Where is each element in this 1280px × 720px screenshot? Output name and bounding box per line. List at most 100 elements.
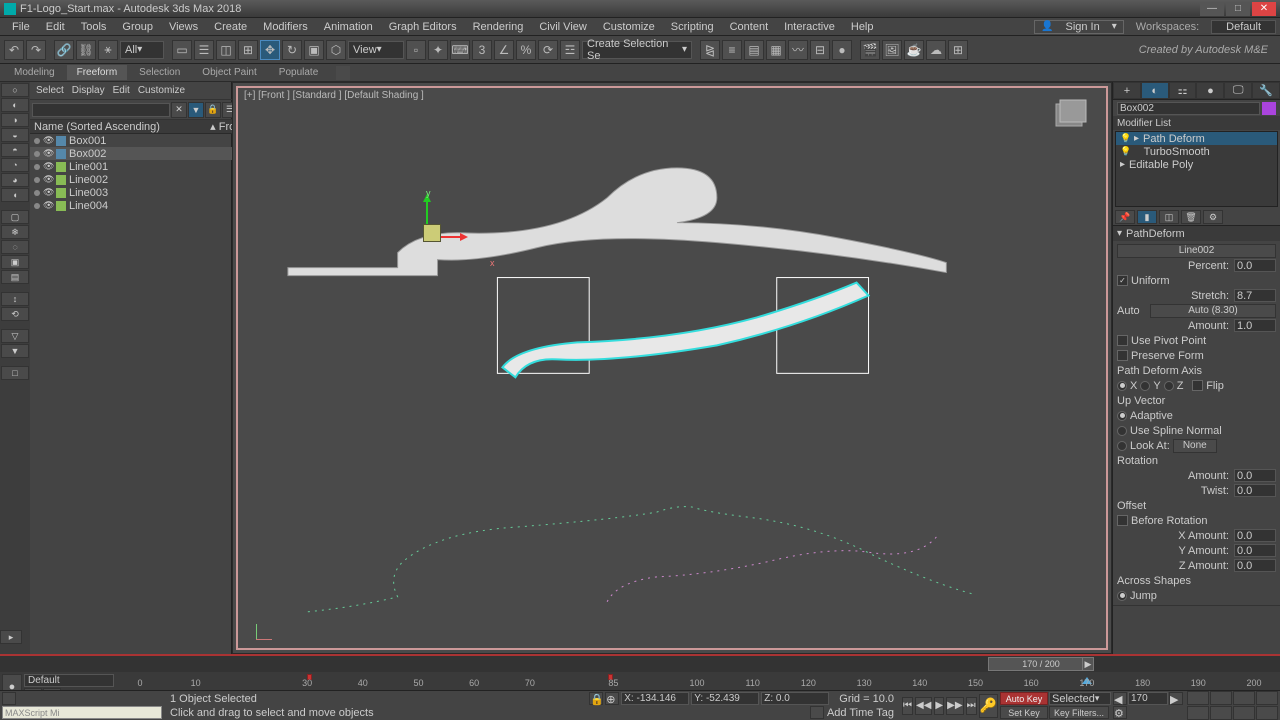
pivot-checkbox[interactable] — [1117, 335, 1128, 346]
current-frame-spinner[interactable]: 170 — [1128, 692, 1168, 705]
script-icon[interactable] — [2, 692, 16, 705]
modifier-item[interactable]: ▸ Editable Poly — [1116, 158, 1277, 171]
rotate-icon[interactable]: ↻ — [282, 40, 302, 60]
next-frame-icon[interactable]: ▶▶ — [946, 697, 963, 715]
menu-item[interactable]: Rendering — [465, 21, 532, 33]
zoom-all-icon[interactable] — [1210, 691, 1232, 705]
bind-icon[interactable]: ⚹ — [98, 40, 118, 60]
move-icon[interactable]: ✥ — [260, 40, 280, 60]
motion-tab-icon[interactable]: ● — [1196, 82, 1224, 99]
modify-tab-icon[interactable]: ◐ — [1141, 82, 1169, 99]
menu-item[interactable]: Content — [722, 21, 777, 33]
workspace-dropdown[interactable]: Default — [1211, 20, 1276, 34]
scene-tab-customize[interactable]: Customize — [138, 85, 185, 96]
time-ruler[interactable]: ● Default 0 10 30 40 50 60 70 85 100 110… — [0, 672, 1280, 690]
axis-y-radio[interactable] — [1140, 381, 1150, 391]
toggle-icon[interactable]: ▦ — [766, 40, 786, 60]
ribbon-tab-objectpaint[interactable]: Object Paint — [192, 65, 266, 80]
modifier-item[interactable]: 💡▸ Path Deform — [1116, 132, 1277, 145]
object-color-swatch[interactable] — [1262, 102, 1276, 115]
axis-x-radio[interactable] — [1117, 381, 1127, 391]
named-selection-dropdown[interactable]: Create Selection Se ▾ — [582, 41, 692, 59]
prev-frame-icon[interactable]: ◀◀ — [915, 697, 932, 715]
ribbon-tab-populate[interactable]: Populate — [269, 65, 328, 80]
time-next-icon[interactable]: ▶ — [1082, 657, 1094, 671]
maxscript-listener[interactable]: MAXScript Mi — [2, 706, 162, 719]
display-frozen-icon[interactable]: ❄ — [1, 225, 29, 239]
mirror-icon[interactable]: ⧎ — [700, 40, 720, 60]
display-none-icon[interactable]: ○ — [1, 83, 29, 97]
render-online-icon[interactable]: ☁ — [926, 40, 946, 60]
search-clear-icon[interactable]: ✕ — [171, 102, 187, 118]
menu-item[interactable]: File — [4, 21, 38, 33]
splinenormal-radio[interactable] — [1117, 426, 1127, 436]
material-name[interactable]: Default — [24, 674, 114, 687]
rollout-header[interactable]: ▾ PathDeform — [1113, 226, 1280, 241]
gallery-icon[interactable]: ⊞ — [948, 40, 968, 60]
window-cross-icon[interactable]: ⊞ — [238, 40, 258, 60]
scene-search-input[interactable] — [32, 103, 170, 117]
render-setup-icon[interactable]: 🎬 — [860, 40, 880, 60]
unique-icon[interactable]: ◫ — [1159, 210, 1179, 224]
max-toggle-icon[interactable] — [1256, 706, 1278, 720]
ribbon-tab-freeform[interactable]: Freeform — [67, 65, 128, 80]
scene-item[interactable]: 👁Line003 — [30, 186, 257, 199]
scene-item[interactable]: 👁Line001 — [30, 160, 257, 173]
utilities-tab-icon[interactable]: 🔧 — [1252, 82, 1280, 99]
twist-spinner[interactable]: 0.0 — [1234, 484, 1276, 497]
filter-icon[interactable]: ▽ — [1, 329, 29, 343]
signin-button[interactable]: 👤 Sign In ▾ — [1034, 20, 1124, 34]
sort-icon[interactable]: ↕ — [1, 292, 29, 306]
display-shapes-icon[interactable]: ◑ — [1, 113, 29, 127]
display-hidden-icon[interactable]: ◌ — [1, 240, 29, 254]
scene-tab-select[interactable]: Select — [36, 85, 64, 96]
layers-icon[interactable]: ▤ — [744, 40, 764, 60]
curve-editor-icon[interactable]: 〰 — [788, 40, 808, 60]
edit-named-icon[interactable]: ☲ — [560, 40, 580, 60]
scene-tab-display[interactable]: Display — [72, 85, 105, 96]
zoom-icon[interactable] — [1187, 691, 1209, 705]
spline-pick-button[interactable]: Line002 — [1117, 244, 1276, 258]
y-amount-spinner[interactable]: 0.0 — [1234, 544, 1276, 557]
menu-item[interactable]: Help — [843, 21, 882, 33]
filter2-icon[interactable]: ▼ — [1, 344, 29, 358]
spinner-snap-icon[interactable]: ⟳ — [538, 40, 558, 60]
object-name-input[interactable] — [1117, 102, 1260, 115]
link-icon[interactable]: 🔗 — [54, 40, 74, 60]
display-tab-icon[interactable]: 🖵 — [1224, 82, 1252, 99]
key-target-dropdown[interactable]: Selected ▾ — [1049, 692, 1111, 705]
viewcube[interactable] — [1050, 98, 1090, 134]
auto-button[interactable]: Auto (8.30) — [1150, 304, 1276, 318]
schematic-icon[interactable]: ⊟ — [810, 40, 830, 60]
search-filter-icon[interactable]: ▼ — [188, 102, 204, 118]
time-handle[interactable]: 170 / 200 — [988, 657, 1094, 671]
ribbon-tab-selection[interactable]: Selection — [129, 65, 190, 80]
setkey-button[interactable]: Set Key — [1000, 706, 1048, 719]
x-coord-field[interactable]: X: -134.146 — [621, 692, 689, 705]
time-config-icon[interactable]: ⚙ — [1113, 706, 1127, 719]
scene-tab-edit[interactable]: Edit — [113, 85, 130, 96]
scene-item[interactable]: 👁Box001 — [30, 134, 257, 147]
ribbon-toggle-icon[interactable] — [336, 66, 350, 80]
undo-icon[interactable]: ↶ — [4, 40, 24, 60]
timeconfig-next-icon[interactable]: ▶ — [1169, 692, 1183, 705]
remove-mod-icon[interactable]: 🗑 — [1181, 210, 1201, 224]
key-mode-icon[interactable]: 🔑 — [979, 694, 998, 718]
create-tab-icon[interactable]: + — [1113, 82, 1141, 99]
unlink-icon[interactable]: ⛓ — [76, 40, 96, 60]
configure-icon[interactable]: ⚙ — [1203, 210, 1223, 224]
percent-snap-icon[interactable]: % — [516, 40, 536, 60]
modifier-item[interactable]: 💡 TurboSmooth — [1116, 145, 1277, 158]
scene-header[interactable]: Name (Sorted Ascending) ▴ Frozen — [30, 120, 257, 134]
stretch-spinner[interactable]: 8.7 — [1234, 289, 1276, 302]
goto-start-icon[interactable]: ⏮ — [902, 697, 913, 715]
display-space-icon[interactable]: ◕ — [1, 173, 29, 187]
y-coord-field[interactable]: Y: -52.439 — [691, 692, 759, 705]
before-rot-checkbox[interactable] — [1117, 515, 1128, 526]
sync-icon[interactable]: ⟲ — [1, 307, 29, 321]
menu-item[interactable]: Interactive — [776, 21, 843, 33]
expand-scene-icon[interactable]: ▸ — [0, 630, 22, 644]
menu-item[interactable]: Animation — [316, 21, 381, 33]
uniform-checkbox[interactable]: ✓ — [1117, 275, 1128, 286]
lookat-button[interactable]: None — [1173, 439, 1217, 453]
